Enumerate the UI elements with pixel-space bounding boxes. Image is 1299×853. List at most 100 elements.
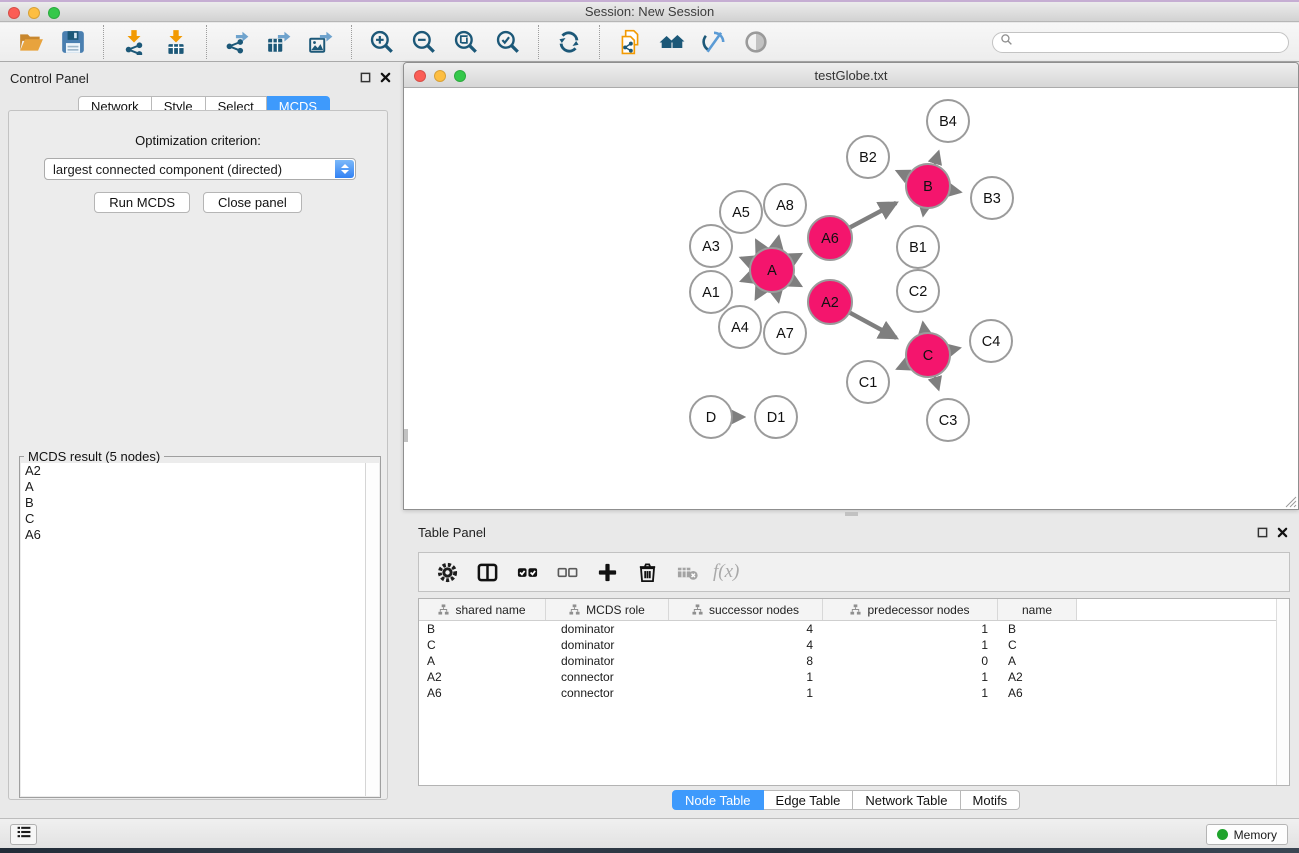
edge-A-A3[interactable]	[741, 258, 752, 262]
edge-A-A8[interactable]	[776, 236, 778, 248]
close-network-button[interactable]	[414, 70, 426, 82]
table-tab-node-table[interactable]: Node Table	[672, 790, 764, 810]
export-table-icon[interactable]	[264, 27, 294, 57]
node-B[interactable]: B	[906, 164, 950, 208]
open-session-icon[interactable]	[16, 27, 46, 57]
show-hide-panel-icon[interactable]	[741, 27, 771, 57]
node-B3[interactable]: B3	[971, 177, 1013, 219]
node-C1[interactable]: C1	[847, 361, 889, 403]
function-builder-icon[interactable]: f(x)	[713, 561, 739, 583]
node-A7[interactable]: A7	[764, 312, 806, 354]
edge-A2-C[interactable]	[849, 312, 896, 337]
export-image-icon[interactable]	[306, 27, 336, 57]
zoom-fit-icon[interactable]	[451, 27, 481, 57]
node-A2[interactable]: A2	[808, 280, 852, 324]
zoom-in-icon[interactable]	[367, 27, 397, 57]
close-table-panel-icon[interactable]	[1276, 526, 1289, 539]
clone-network-icon[interactable]	[615, 27, 645, 57]
zoom-selected-icon[interactable]	[493, 27, 523, 57]
node-A5[interactable]: A5	[720, 191, 762, 233]
delete-table-icon[interactable]	[672, 557, 702, 587]
save-session-icon[interactable]	[58, 27, 88, 57]
network-window-titlebar[interactable]: testGlobe.txt	[404, 63, 1298, 88]
edge-C-C3[interactable]	[934, 376, 938, 389]
result-item[interactable]: A	[21, 479, 365, 495]
minimize-network-button[interactable]	[434, 70, 446, 82]
add-row-icon[interactable]	[592, 557, 622, 587]
delete-row-icon[interactable]	[632, 557, 662, 587]
zoom-network-button[interactable]	[454, 70, 466, 82]
network-graph[interactable]: B4 B2 B B3 A5A8A6 A3 B1 A A1 C2 A2 A4A7 C4 C C1 C3 D D1	[404, 88, 1298, 509]
result-scrollbar[interactable]	[365, 463, 379, 796]
node-C3[interactable]: C3	[927, 399, 969, 441]
edge-C-C4[interactable]	[949, 348, 959, 350]
edge-A-A7[interactable]	[776, 292, 778, 302]
node-A3[interactable]: A3	[690, 225, 732, 267]
result-item[interactable]: A2	[21, 463, 365, 479]
table-tab-network-table[interactable]: Network Table	[853, 790, 960, 810]
deselect-all-checks-icon[interactable]	[552, 557, 582, 587]
column-header-successor-nodes[interactable]: successor nodes	[669, 599, 823, 620]
edge-B-B4[interactable]	[934, 152, 938, 165]
criterion-select[interactable]: largest connected component (directed)	[44, 158, 356, 180]
vertical-scroll-mark[interactable]	[404, 429, 408, 442]
task-history-button[interactable]	[10, 824, 37, 845]
column-header-shared-name[interactable]: shared name	[419, 599, 546, 620]
table-row[interactable]: Cdominator41C	[419, 637, 1289, 653]
edge-B-B1[interactable]	[923, 208, 924, 216]
node-C[interactable]: C	[906, 333, 950, 377]
edge-C-C1[interactable]	[897, 364, 908, 369]
close-window-button[interactable]	[8, 7, 20, 19]
select-all-checks-icon[interactable]	[512, 557, 542, 587]
edge-B-B3[interactable]	[950, 190, 961, 192]
result-item[interactable]: A6	[21, 527, 365, 543]
node-A4[interactable]: A4	[719, 306, 761, 348]
node-B1[interactable]: B1	[897, 226, 939, 268]
zoom-out-icon[interactable]	[409, 27, 439, 57]
edge-A-A1[interactable]	[741, 277, 751, 281]
edge-B-B2[interactable]	[897, 171, 908, 177]
zoom-window-button[interactable]	[48, 7, 60, 19]
memory-button[interactable]: Memory	[1206, 824, 1288, 845]
table-tab-edge-table[interactable]: Edge Table	[764, 790, 854, 810]
resize-grip-icon[interactable]	[1283, 494, 1297, 508]
table-row[interactable]: Bdominator41B	[419, 621, 1289, 637]
network-canvas[interactable]: B4 B2 B B3 A5A8A6 A3 B1 A A1 C2 A2 A4A7 C4 C C1 C3 D D1	[404, 88, 1298, 509]
horizontal-scroll-mark[interactable]	[845, 512, 858, 516]
split-columns-icon[interactable]	[472, 557, 502, 587]
float-panel-icon[interactable]	[359, 71, 372, 84]
refresh-layout-icon[interactable]	[554, 27, 584, 57]
column-header-predecessor-nodes[interactable]: predecessor nodes	[823, 599, 998, 620]
edge-C-C2[interactable]	[923, 323, 925, 334]
result-item[interactable]: C	[21, 511, 365, 527]
node-C2[interactable]: C2	[897, 270, 939, 312]
close-panel-button[interactable]: Close panel	[203, 192, 302, 213]
edge-A-A5[interactable]	[756, 240, 762, 250]
minimize-window-button[interactable]	[28, 7, 40, 19]
import-table-icon[interactable]	[161, 27, 191, 57]
node-B4[interactable]: B4	[927, 100, 969, 142]
column-header-name[interactable]: name	[998, 599, 1077, 620]
edge-A-A2[interactable]	[791, 281, 801, 286]
run-mcds-button[interactable]: Run MCDS	[94, 192, 190, 213]
node-D[interactable]: D	[690, 396, 732, 438]
column-header-mcds-role[interactable]: MCDS role	[546, 599, 669, 620]
edge-A-A6[interactable]	[791, 254, 801, 259]
table-scrollbar[interactable]	[1276, 599, 1289, 785]
node-A[interactable]: A	[750, 248, 794, 292]
close-panel-icon[interactable]	[379, 71, 392, 84]
node-D1[interactable]: D1	[755, 396, 797, 438]
export-network-icon[interactable]	[222, 27, 252, 57]
node-A8[interactable]: A8	[764, 184, 806, 226]
float-table-panel-icon[interactable]	[1256, 526, 1269, 539]
search-box[interactable]	[992, 32, 1289, 53]
import-network-icon[interactable]	[119, 27, 149, 57]
node-A6[interactable]: A6	[808, 216, 852, 260]
node-C4[interactable]: C4	[970, 320, 1012, 362]
node-B2[interactable]: B2	[847, 136, 889, 178]
settings-icon[interactable]	[432, 557, 462, 587]
table-row[interactable]: A2connector11A2	[419, 669, 1289, 685]
table-row[interactable]: Adominator80A	[419, 653, 1289, 669]
node-A1[interactable]: A1	[690, 271, 732, 313]
edge-A-A4[interactable]	[756, 289, 762, 299]
